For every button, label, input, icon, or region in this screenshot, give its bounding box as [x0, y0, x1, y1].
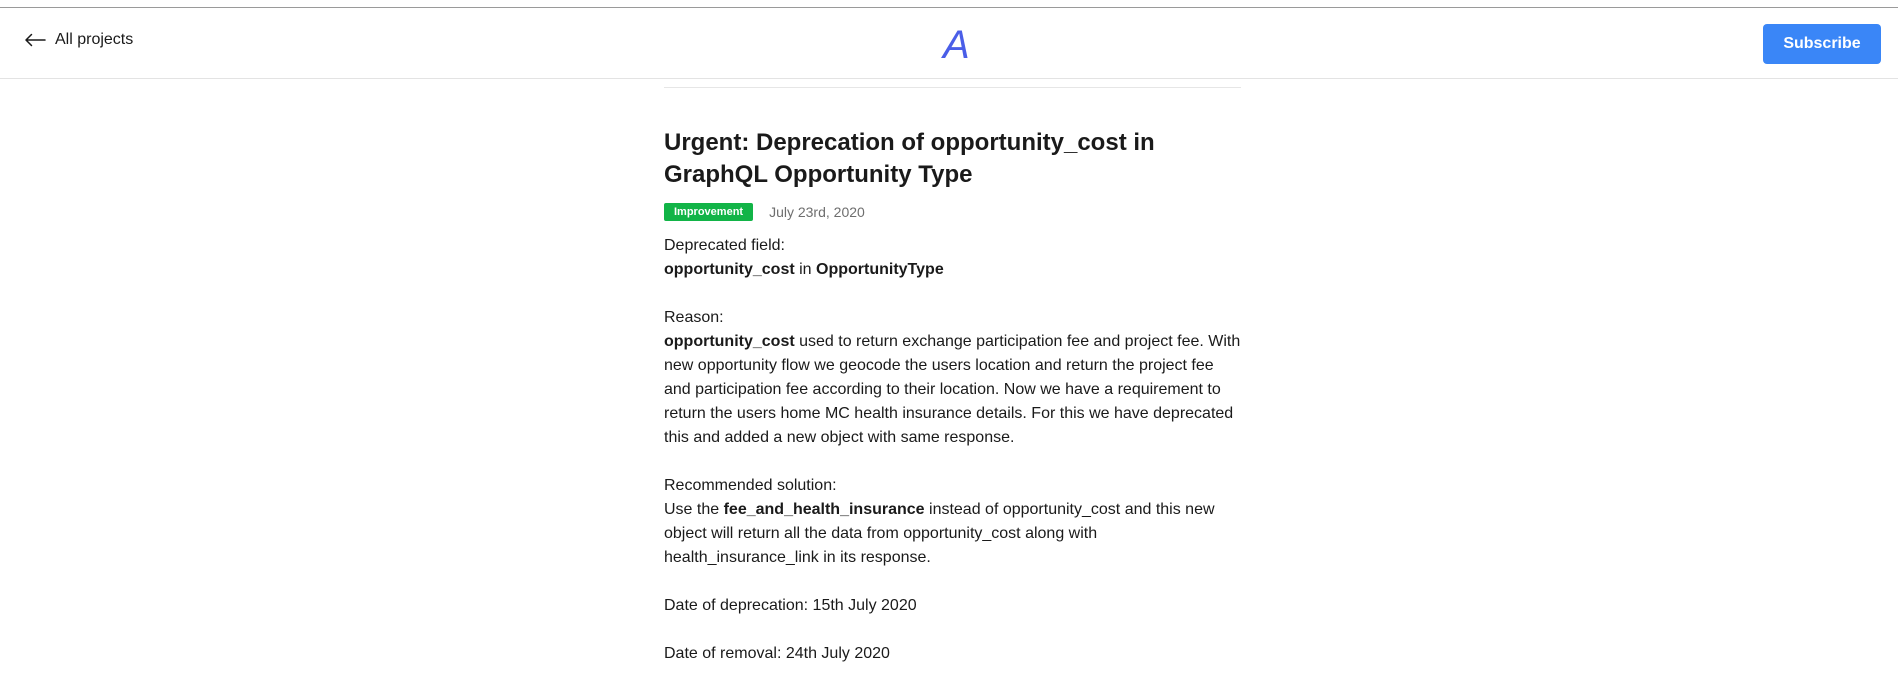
top-header: All projects A Subscribe [0, 8, 1898, 79]
brand-logo[interactable]: A [941, 20, 971, 64]
reason-heading: Reason: [664, 309, 724, 326]
reason-field: opportunity_cost [664, 333, 795, 350]
deprecated-type: OpportunityType [816, 261, 944, 278]
deprecated-line: opportunity_cost in OpportunityType [664, 258, 1242, 282]
solution-field: fee_and_health_insurance [723, 501, 925, 518]
entry-body: Deprecated field: opportunity_cost in Op… [664, 234, 1242, 666]
category-badge: Improvement [664, 203, 754, 221]
solution-text: Use the fee_and_health_insurance instead… [664, 498, 1242, 570]
solution-prefix: Use the [664, 501, 724, 518]
entry-meta: Improvement July 23rd, 2020 [664, 203, 1242, 221]
deprecated-field: opportunity_cost [664, 261, 795, 278]
all-projects-label: All projects [55, 31, 134, 48]
all-projects-link[interactable]: All projects [24, 31, 133, 49]
removal-date: Date of removal: 24th July 2020 [664, 645, 890, 662]
entry-date: July 23rd, 2020 [769, 204, 865, 220]
arrow-left-icon [24, 33, 46, 47]
deprecated-in: in [794, 261, 817, 278]
reason-text: opportunity_cost used to return exchange… [664, 330, 1242, 450]
svg-text:A: A [941, 23, 970, 64]
deprecation-date: Date of deprecation: 15th July 2020 [664, 597, 917, 614]
subscribe-button[interactable]: Subscribe [1763, 24, 1881, 64]
entry-divider [664, 87, 1241, 88]
solution-heading: Recommended solution: [664, 477, 837, 494]
entry-title[interactable]: Urgent: Deprecation of opportunity_cost … [664, 127, 1242, 191]
changelog-entry: Urgent: Deprecation of opportunity_cost … [664, 87, 1242, 666]
deprecated-heading: Deprecated field: [664, 237, 785, 254]
